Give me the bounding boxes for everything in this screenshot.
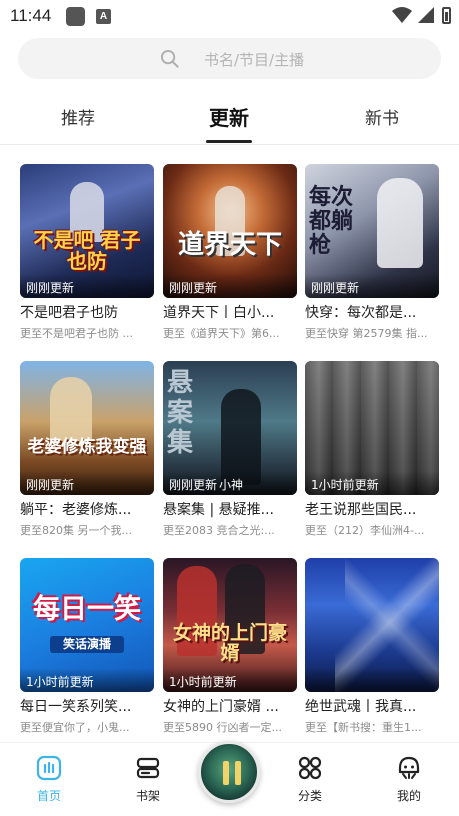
nav-category[interactable]: 分类	[280, 755, 340, 804]
update-badge: 刚刚更新	[20, 471, 154, 495]
search-bar[interactable]: 书名/节目/主播	[18, 38, 441, 79]
book-update-info: 更至《道界天下》第6...	[163, 327, 280, 340]
nav-bookshelf-label: 书架	[135, 789, 160, 803]
book-cover[interactable]: 老婆修炼我变强 刚刚更新	[20, 361, 154, 495]
book-title: 快穿：每次都是...	[305, 305, 417, 321]
update-badge: 刚刚更新	[163, 274, 297, 298]
wifi-icon	[392, 7, 412, 23]
book-update-info: 更至【新书搜：重生1...	[305, 721, 422, 734]
tab-recommend[interactable]: 推荐	[48, 104, 108, 132]
active-tab-indicator	[206, 140, 252, 143]
book-update-info: 更至2083 竞合之光:...	[163, 524, 275, 537]
book-title: 悬案集 | 悬疑推...	[163, 502, 274, 518]
update-badge: 1小时前更新	[20, 668, 154, 692]
keyboard-badge-icon: A	[96, 9, 111, 24]
book-card[interactable]: 女神的上门豪婿 1小时前更新 女神的上门豪婿 ... 更至5890 行凶者一定.…	[163, 558, 297, 736]
book-card[interactable]: 每次都躺枪 刚刚更新 快穿：每次都是... 更至快穿 第2579集 指...	[305, 164, 439, 342]
book-title: 女神的上门豪婿 ...	[163, 699, 279, 715]
book-cover[interactable]: 悬案集 刚刚更新 小神	[163, 361, 297, 495]
book-card[interactable]: 绝世武魂丨我真... 更至【新书搜：重生1...	[305, 558, 439, 736]
home-icon	[36, 755, 62, 781]
nav-home[interactable]: 首页	[19, 755, 79, 804]
book-cover[interactable]: 每日一笑 笑话演播 1小时前更新	[20, 558, 154, 692]
book-update-info: 更至5890 行凶者一定...	[163, 721, 282, 734]
cover-title: 不是吧 君子也防	[33, 228, 141, 273]
book-title: 道界天下丨白小...	[163, 305, 275, 321]
book-title: 每日一笑系列笑...	[20, 699, 132, 715]
book-cover[interactable]: 1小时前更新	[305, 361, 439, 495]
nav-profile-label: 我的	[396, 789, 421, 803]
book-cover[interactable]: 不是吧 君子也防 刚刚更新	[20, 164, 154, 298]
book-cover[interactable]: 道界天下 刚刚更新	[163, 164, 297, 298]
update-badge: 刚刚更新 小神	[163, 471, 297, 495]
cover-subtitle: 笑话演播	[50, 636, 124, 653]
battery-icon	[442, 7, 451, 24]
tab-updates[interactable]: 更新	[195, 102, 263, 130]
book-title: 不是吧君子也防	[20, 305, 118, 321]
tab-new-books[interactable]: 新书	[352, 104, 412, 132]
cover-title: 每次都躺枪	[309, 185, 354, 259]
search-placeholder: 书名/节目/主播	[204, 51, 305, 69]
book-card[interactable]: 1小时前更新 老王说那些国民... 更至（212）李仙洲4-...	[305, 361, 439, 539]
book-update-info: 更至便宜你了，小鬼...	[20, 721, 130, 734]
category-icon	[298, 756, 322, 780]
book-update-info: 更至不是吧君子也防 ...	[20, 327, 133, 340]
status-time: 11:44	[10, 6, 52, 25]
nav-profile[interactable]: 我的	[379, 755, 439, 804]
nav-bookshelf[interactable]: 书架	[118, 755, 178, 804]
nav-category-label: 分类	[297, 789, 322, 803]
player-button[interactable]	[198, 741, 260, 803]
book-card[interactable]: 道界天下 刚刚更新 道界天下丨白小... 更至《道界天下》第6...	[163, 164, 297, 342]
update-badge-text: 刚刚更新	[169, 478, 218, 492]
book-cover[interactable]	[305, 558, 439, 692]
notification-icon	[66, 7, 85, 26]
book-title: 绝世武魂丨我真...	[305, 699, 417, 715]
update-badge	[305, 668, 439, 692]
book-cover[interactable]: 女神的上门豪婿 1小时前更新	[163, 558, 297, 692]
nav-home-label: 首页	[36, 789, 61, 803]
book-card[interactable]: 悬案集 刚刚更新 小神 悬案集 | 悬疑推... 更至2083 竞合之光:...	[163, 361, 297, 539]
book-update-info: 更至（212）李仙洲4-...	[305, 524, 425, 537]
pause-icon	[222, 761, 242, 785]
cover-title: 悬案集	[167, 368, 194, 458]
book-update-info: 更至快穿 第2579集 指...	[305, 327, 428, 340]
update-badge: 刚刚更新	[20, 274, 154, 298]
bottom-navigation: 首页 书架 分类 我的	[0, 741, 459, 816]
cover-title: 每日一笑	[33, 594, 141, 625]
signal-icon	[418, 7, 434, 23]
book-card[interactable]: 每日一笑 笑话演播 1小时前更新 每日一笑系列笑... 更至便宜你了，小鬼...	[20, 558, 154, 736]
profile-icon	[398, 756, 420, 779]
book-title: 老王说那些国民...	[305, 502, 417, 518]
book-update-info: 更至820集 另一个我...	[20, 524, 132, 537]
tab-divider	[0, 144, 459, 145]
book-cover[interactable]: 每次都躺枪 刚刚更新	[305, 164, 439, 298]
update-badge: 1小时前更新	[163, 668, 297, 692]
cover-title: 女神的上门豪婿	[172, 622, 287, 664]
book-card[interactable]: 老婆修炼我变强 刚刚更新 躺平：老婆修炼... 更至820集 另一个我...	[20, 361, 154, 539]
cover-title: 老婆修炼我变强	[27, 437, 147, 457]
update-badge-extra: 小神	[219, 478, 244, 492]
update-badge: 1小时前更新	[305, 471, 439, 495]
update-badge: 刚刚更新	[305, 274, 439, 298]
bookshelf-icon	[136, 757, 160, 779]
status-bar: 11:44 A	[0, 0, 459, 34]
search-icon	[160, 49, 179, 68]
book-card[interactable]: 不是吧 君子也防 刚刚更新 不是吧君子也防 更至不是吧君子也防 ...	[20, 164, 154, 342]
cover-title: 道界天下	[177, 230, 282, 260]
book-title: 躺平：老婆修炼...	[20, 502, 132, 518]
